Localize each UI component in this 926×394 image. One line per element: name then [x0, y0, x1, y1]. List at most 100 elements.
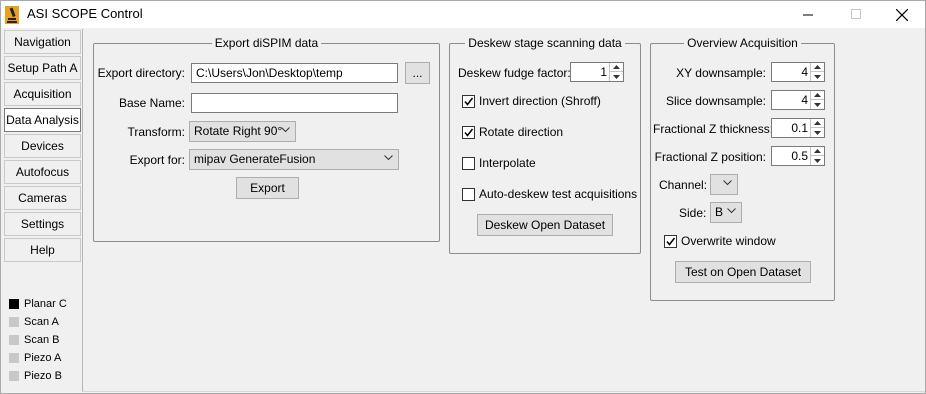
overview-group-title: Overview Acquisition	[651, 36, 834, 50]
tab-devices[interactable]: Devices	[4, 134, 81, 158]
export-for-value: mipav GenerateFusion	[194, 152, 316, 166]
arrow-down-icon	[613, 74, 620, 79]
checkbox-label: Auto-deskew test acquisitions	[479, 187, 638, 201]
tab-acquisition[interactable]: Acquisition	[4, 82, 81, 106]
spinner-arrows[interactable]	[810, 91, 824, 109]
channel-select[interactable]	[710, 174, 738, 195]
microscope-app-icon	[5, 6, 19, 24]
spinner-arrows[interactable]	[810, 63, 824, 81]
export-for-label: Export for:	[129, 153, 185, 167]
checkbox-box[interactable]	[664, 234, 677, 248]
browse-button[interactable]: ...	[405, 62, 430, 84]
xy-downsample-label: XY downsample:	[676, 66, 766, 80]
checkbox-box[interactable]	[462, 156, 475, 170]
tab-autofocus[interactable]: Autofocus	[4, 160, 81, 184]
export-directory-input[interactable]: C:\Users\Jon\Desktop\temp	[191, 63, 398, 83]
base-name-label: Base Name:	[118, 96, 185, 110]
checkbox-box[interactable]	[462, 94, 475, 108]
status-label: Scan A	[24, 316, 59, 328]
side-value: B	[715, 205, 724, 219]
maximize-button[interactable]	[833, 1, 879, 28]
check-icon	[464, 128, 474, 137]
status-label: Scan B	[24, 334, 60, 346]
z-position-spinner[interactable]: 0.5	[771, 146, 825, 166]
arrow-up-icon	[814, 93, 821, 97]
export-for-select[interactable]: mipav GenerateFusion	[189, 149, 399, 170]
status-scan-a: Scan A	[9, 314, 59, 330]
tab-label: Autofocus	[15, 165, 70, 179]
chevron-down-icon	[281, 127, 290, 133]
arrow-up-icon	[814, 121, 821, 125]
arrow-up-icon	[814, 65, 821, 69]
tab-label: Data Analysis	[6, 113, 79, 127]
arrow-down-icon	[814, 130, 821, 135]
status-square-icon	[9, 317, 19, 327]
arrow-down-icon	[814, 74, 821, 79]
z-thickness-label: Fractional Z thickness:	[653, 122, 774, 136]
transform-select[interactable]: Rotate Right 90°	[189, 121, 296, 142]
tab-data-analysis[interactable]: Data Analysis	[4, 108, 81, 132]
transform-label: Transform:	[127, 125, 185, 139]
deskew-group-title: Deskew stage scanning data	[450, 36, 640, 50]
status-label: Planar C	[24, 298, 67, 310]
check-icon	[464, 97, 474, 106]
z-thickness-value: 0.1	[791, 121, 808, 135]
close-button[interactable]	[879, 1, 925, 28]
chevron-down-icon	[727, 208, 736, 214]
tab-navigation[interactable]: Navigation	[4, 30, 81, 54]
spinner-arrows[interactable]	[810, 147, 824, 165]
minimize-button[interactable]	[785, 1, 831, 28]
rotate-direction-checkbox[interactable]: Rotate direction	[462, 125, 563, 139]
auto-deskew-checkbox[interactable]: Auto-deskew test acquisitions	[462, 187, 637, 201]
spinner-arrows[interactable]	[810, 119, 824, 137]
title-bar[interactable]: ASI SCOPE Control	[1, 1, 925, 28]
status-square-icon	[9, 371, 19, 381]
deskew-open-dataset-button[interactable]: Deskew Open Dataset	[477, 214, 613, 236]
z-thickness-spinner[interactable]: 0.1	[771, 118, 825, 138]
maximize-icon	[850, 9, 861, 19]
arrow-down-icon	[814, 102, 821, 107]
z-position-value: 0.5	[791, 149, 808, 163]
xy-downsample-spinner[interactable]: 4	[771, 62, 825, 82]
window-title: ASI SCOPE Control	[27, 6, 143, 21]
overwrite-window-checkbox[interactable]: Overwrite window	[664, 234, 776, 248]
status-label: Piezo A	[24, 352, 62, 364]
tab-label: Acquisition	[13, 87, 72, 101]
chevron-down-icon	[384, 155, 393, 161]
spinner-arrows[interactable]	[609, 63, 623, 81]
check-icon	[666, 237, 676, 246]
status-piezo-b: Piezo B	[9, 368, 62, 384]
tab-help[interactable]: Help	[4, 238, 81, 262]
transform-value: Rotate Right 90°	[194, 124, 283, 138]
test-open-dataset-button[interactable]: Test on Open Dataset	[675, 261, 811, 283]
status-label: Piezo B	[24, 370, 62, 382]
tab-label: Settings	[20, 217, 65, 231]
export-button[interactable]: Export	[236, 177, 299, 199]
base-name-input[interactable]	[191, 93, 398, 113]
arrow-up-icon	[613, 65, 620, 69]
checkbox-box[interactable]	[462, 187, 475, 201]
tab-cameras[interactable]: Cameras	[4, 186, 81, 210]
export-directory-label: Export directory:	[97, 66, 185, 80]
invert-direction-checkbox[interactable]: Invert direction (Shroff)	[462, 94, 601, 108]
side-select[interactable]: B	[710, 202, 742, 223]
slice-downsample-value: 4	[801, 93, 808, 107]
tab-setup-path-a[interactable]: Setup Path A	[4, 56, 81, 80]
checkbox-label: Rotate direction	[479, 125, 564, 139]
interpolate-checkbox[interactable]: Interpolate	[462, 156, 536, 170]
slice-downsample-spinner[interactable]: 4	[771, 90, 825, 110]
status-square-icon	[9, 335, 19, 345]
side-label: Side:	[679, 206, 707, 220]
status-piezo-a: Piezo A	[9, 350, 61, 366]
status-scan-b: Scan B	[9, 332, 59, 348]
fudge-factor-spinner[interactable]: 1	[570, 62, 624, 82]
minimize-icon	[802, 14, 813, 16]
fudge-factor-label: Deskew fudge factor:	[458, 66, 571, 80]
checkbox-label: Invert direction (Shroff)	[479, 94, 601, 108]
checkbox-label: Overwrite window	[681, 234, 776, 248]
tab-settings[interactable]: Settings	[4, 212, 81, 236]
tab-label: Setup Path A	[7, 61, 78, 75]
tab-label: Cameras	[18, 191, 67, 205]
export-group-title: Export diSPIM data	[94, 36, 439, 50]
checkbox-box[interactable]	[462, 125, 475, 139]
